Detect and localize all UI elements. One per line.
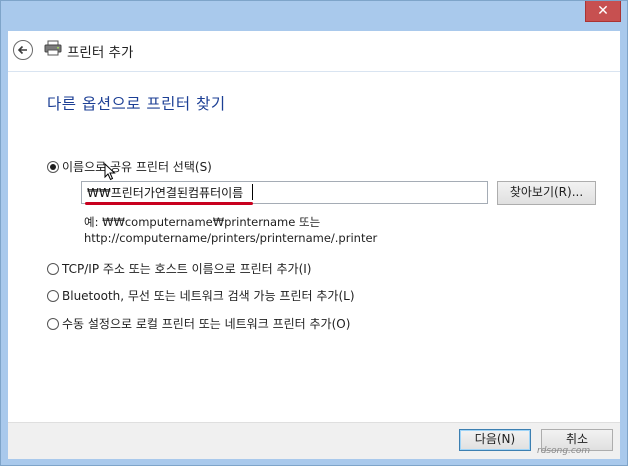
watermark: rdsong.com [537,446,591,456]
add-printer-window: ✕ 프린터 추가 다른 옵션으로 프린터 찾기 이름으로 공유 프린터 선택(S… [0,0,628,466]
mouse-cursor-icon [104,163,116,181]
example-line-2: http://computername/printers/printername… [84,231,378,245]
radio-add-by-tcpip[interactable] [47,262,59,275]
printer-icon [44,40,62,56]
wizard-title: 프린터 추가 [67,45,134,61]
wizard-header: 프린터 추가 [8,31,620,72]
option-label: Bluetooth, 무선 또는 네트워크 검색 가능 프린터 추가(L) [62,289,355,303]
example-line-1: 예: ₩₩computername₩printername 또는 [84,215,321,229]
option-add-by-tcpip[interactable]: TCP/IP 주소 또는 호스트 이름으로 프린터 추가(I) [47,260,312,277]
option-label: TCP/IP 주소 또는 호스트 이름으로 프린터 추가(I) [62,262,312,276]
next-button[interactable]: 다음(N) [459,429,531,451]
wizard-content: 다른 옵션으로 프린터 찾기 이름으로 공유 프린터 선택(S) 찾아보기(R)… [8,72,620,422]
radio-select-shared-by-name[interactable] [47,160,59,173]
back-arrow-icon [17,45,27,55]
printer-name-input[interactable] [81,181,488,204]
option-select-shared-by-name[interactable]: 이름으로 공유 프린터 선택(S) [47,158,212,175]
option-add-bluetooth-wireless[interactable]: Bluetooth, 무선 또는 네트워크 검색 가능 프린터 추가(L) [47,287,355,304]
page-heading: 다른 옵션으로 프린터 찾기 [47,95,226,113]
radio-add-manual-settings[interactable] [47,317,59,330]
wizard-footer: 다음(N) 취소 [8,422,620,459]
back-button[interactable] [13,40,33,60]
option-label: 수동 설정으로 로컬 프린터 또는 네트워크 프린터 추가(O) [62,317,351,331]
radio-add-bluetooth-wireless[interactable] [47,289,59,302]
option-label: 이름으로 공유 프린터 선택(S) [62,160,212,174]
example-text: 예: ₩₩computername₩printername 또는 http://… [84,214,377,246]
browse-button[interactable]: 찾아보기(R)... [497,181,596,205]
title-bar[interactable]: ✕ [1,1,627,31]
close-button[interactable]: ✕ [585,1,621,22]
annotation-underline [85,202,253,205]
option-add-manual-settings[interactable]: 수동 설정으로 로컬 프린터 또는 네트워크 프린터 추가(O) [47,315,350,332]
text-caret [252,184,253,200]
